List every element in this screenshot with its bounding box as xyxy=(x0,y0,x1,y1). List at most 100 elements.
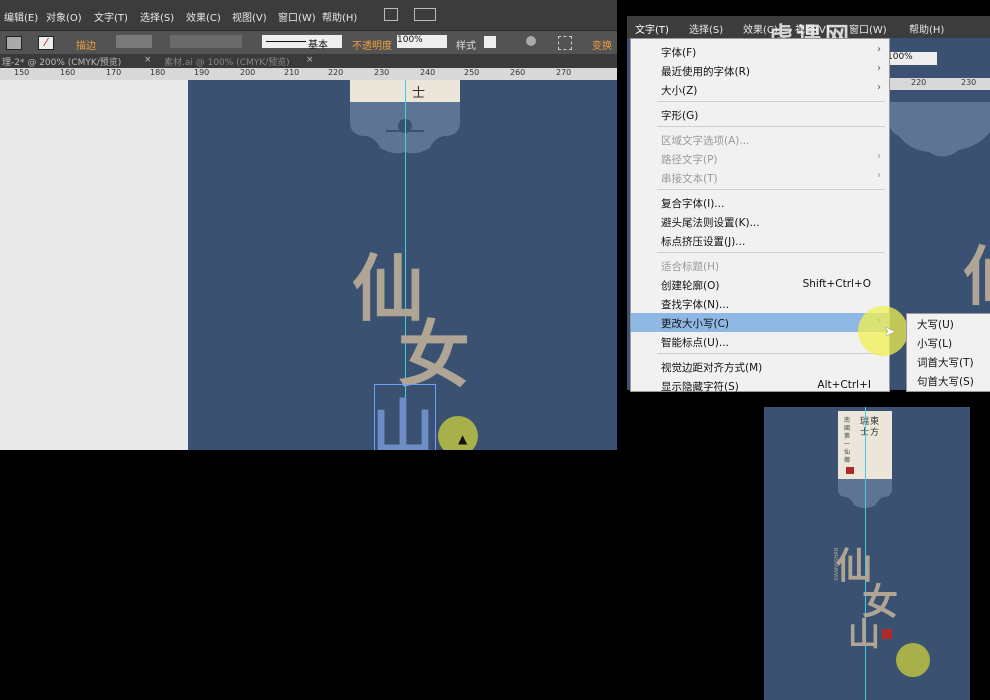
brush-line xyxy=(266,41,306,42)
submenu-title-case[interactable]: 词首大写(T) xyxy=(917,355,974,370)
ruler-label: 270 xyxy=(556,68,572,77)
close-icon[interactable]: × xyxy=(306,55,314,65)
tab-document-1[interactable]: 理-2* @ 200% (CMYK/预览) xyxy=(2,55,121,68)
menu-item-composite-fonts[interactable]: 复合字体(I)... xyxy=(631,193,889,212)
stroke-label[interactable]: 描边 xyxy=(76,37,96,52)
zoom-field[interactable]: 100% xyxy=(887,52,937,65)
menu-item-label: 显示隐藏字符(S) xyxy=(661,381,739,393)
ruler-label: 230 xyxy=(374,68,390,77)
ruler-label: 150 xyxy=(14,68,30,77)
menu-separator xyxy=(657,101,885,102)
menu-item-label: 区域文字选项(A)... xyxy=(661,135,750,147)
menu-bar: 编辑(E) 对象(O) 文字(T) 选择(S) 效果(C) 视图(V) 窗口(W… xyxy=(0,0,617,30)
change-case-submenu: 大写(U) 小写(L) 词首大写(T) 句首大写(S) xyxy=(906,313,990,392)
poster-latin: XIANNVSHAN xyxy=(834,547,840,581)
menu-select[interactable]: 选择(S) xyxy=(689,21,723,36)
workspace-icon[interactable] xyxy=(414,8,436,21)
menu-item-label: 更改大小写(C) xyxy=(661,318,730,330)
menu-item-label: 视觉边距对齐方式(M) xyxy=(661,362,763,374)
ruler-label: 250 xyxy=(464,68,480,77)
right-ruler: 220 230 xyxy=(887,78,990,90)
poster-red-seal xyxy=(882,629,892,639)
transform-label[interactable]: 变换 xyxy=(592,37,612,52)
recolor-icon[interactable] xyxy=(526,36,536,46)
submenu-uppercase[interactable]: 大写(U) xyxy=(917,317,954,332)
control-bar: ⁄ 描边 基本 不透明度 100% 样式 变换 xyxy=(0,30,617,55)
close-icon[interactable]: × xyxy=(144,55,152,65)
menu-item-create-outlines[interactable]: 创建轮廓(O) Shift+Ctrl+O xyxy=(631,275,889,294)
chevron-right-icon: › xyxy=(877,44,881,55)
artboard[interactable]: 士 仙 女 山 ▲ xyxy=(188,80,617,450)
menu-window[interactable]: 窗口(W) xyxy=(849,21,887,36)
menu-item-label: 字体(F) xyxy=(661,47,697,59)
menu-separator xyxy=(657,353,885,354)
menu-item-label: 复合字体(I)... xyxy=(661,198,725,210)
menu-object[interactable]: 对象(O) xyxy=(46,9,82,24)
submenu-sentence-case[interactable]: 句首大写(S) xyxy=(917,374,974,389)
cloud-ornament xyxy=(889,102,990,157)
variable-width-field[interactable] xyxy=(170,35,242,48)
menu-item-change-case[interactable]: 更改大小写(C)› xyxy=(631,313,889,332)
menu-separator xyxy=(657,126,885,127)
menu-item-label: 路径文字(P) xyxy=(661,154,718,166)
menu-item-recent-fonts[interactable]: 最近使用的字体(R) › xyxy=(631,61,889,80)
menu-item-label: 串接文本(T) xyxy=(661,173,718,185)
submenu-lowercase[interactable]: 小写(L) xyxy=(917,336,952,351)
menu-item-show-hidden-chars[interactable]: 显示隐藏字符(S) Alt+Ctrl+I xyxy=(631,376,889,395)
illustrator-window-left: 编辑(E) 对象(O) 文字(T) 选择(S) 效果(C) 视图(V) 窗口(W… xyxy=(0,0,617,450)
char-shan-selected[interactable]: 山 xyxy=(372,378,434,450)
cursor-arrow-icon: ➤ xyxy=(884,324,896,340)
menu-item-optical-margin[interactable]: 视觉边距对齐方式(M) xyxy=(631,357,889,376)
type-menu-dropdown: 字体(F) › 最近使用的字体(R) › 大小(Z) › 字形(G) 区域文字选项(A… xyxy=(630,38,890,395)
menu-item-label: 智能标点(U)... xyxy=(661,337,729,349)
menu-item-find-font[interactable]: 查找字体(N)... xyxy=(631,294,889,313)
menu-view[interactable]: 视图(V) xyxy=(232,9,267,24)
style-swatch[interactable] xyxy=(484,36,496,48)
menu-edit[interactable]: 编辑(E) xyxy=(4,9,38,24)
menu-item-type-on-path: 路径文字(P) › xyxy=(631,149,889,168)
stroke-weight-field[interactable] xyxy=(116,35,152,48)
ruler-label: 230 xyxy=(961,78,977,87)
menu-item-smart-punctuation[interactable]: 智能标点(U)... xyxy=(631,332,889,351)
ruler-label: 210 xyxy=(284,68,300,77)
menu-separator xyxy=(657,189,885,190)
menu-help[interactable]: 帮助(H) xyxy=(322,9,357,24)
menu-select[interactable]: 选择(S) xyxy=(140,9,174,24)
align-icon[interactable] xyxy=(558,36,572,50)
arrange-docs-icon[interactable] xyxy=(384,8,398,21)
poster-small-seal xyxy=(846,467,854,474)
horizontal-ruler: 150 160 170 180 190 200 210 220 230 240 … xyxy=(0,68,617,80)
pasteboard xyxy=(0,80,188,450)
chevron-right-icon: › xyxy=(877,170,881,181)
menu-item-glyphs[interactable]: 字形(G) xyxy=(631,105,889,124)
menu-item-area-type-options: 区域文字选项(A)... xyxy=(631,130,889,149)
menu-type[interactable]: 文字(T) xyxy=(94,9,128,24)
ruler-label: 200 xyxy=(240,68,256,77)
menu-effect[interactable]: 效果(C) xyxy=(186,9,221,24)
menu-item-label: 创建轮廓(O) xyxy=(661,280,720,292)
ruler-label: 240 xyxy=(420,68,436,77)
chevron-right-icon: › xyxy=(877,82,881,93)
opacity-input[interactable]: 100% xyxy=(397,35,447,48)
menu-item-font[interactable]: 字体(F) › xyxy=(631,42,889,61)
menu-window[interactable]: 窗口(W) xyxy=(278,9,316,24)
menu-item-mojikumi[interactable]: 标点挤压设置(J)... xyxy=(631,231,889,250)
menu-item-label: 字形(G) xyxy=(661,110,699,122)
fill-swatch[interactable] xyxy=(6,36,22,50)
menu-item-label: 大小(Z) xyxy=(661,85,698,97)
menu-separator xyxy=(657,252,885,253)
menu-help[interactable]: 帮助(H) xyxy=(909,21,944,36)
style-label: 样式 xyxy=(456,41,476,52)
tab-document-2[interactable]: 素材.ai @ 100% (CMYK/预览) xyxy=(164,55,290,68)
menu-type-active[interactable]: 文字(T) xyxy=(635,21,669,36)
ruler-label: 190 xyxy=(194,68,210,77)
poster-green-dot xyxy=(896,643,930,677)
menu-item-shortcut: Shift+Ctrl+O xyxy=(802,278,871,290)
stroke-swatch-none-icon[interactable]: ⁄ xyxy=(38,36,54,50)
menu-item-shortcut: Alt+Ctrl+I xyxy=(817,379,871,391)
document-tabs: 理-2* @ 200% (CMYK/预览) × 素材.ai @ 100% (CM… xyxy=(0,54,617,68)
menu-item-size[interactable]: 大小(Z) › xyxy=(631,80,889,99)
poster-subtitle: 南國第一仙鄉 xyxy=(844,417,851,464)
opacity-label[interactable]: 不透明度 xyxy=(352,37,392,52)
menu-item-kinsoku[interactable]: 避头尾法则设置(K)... xyxy=(631,212,889,231)
